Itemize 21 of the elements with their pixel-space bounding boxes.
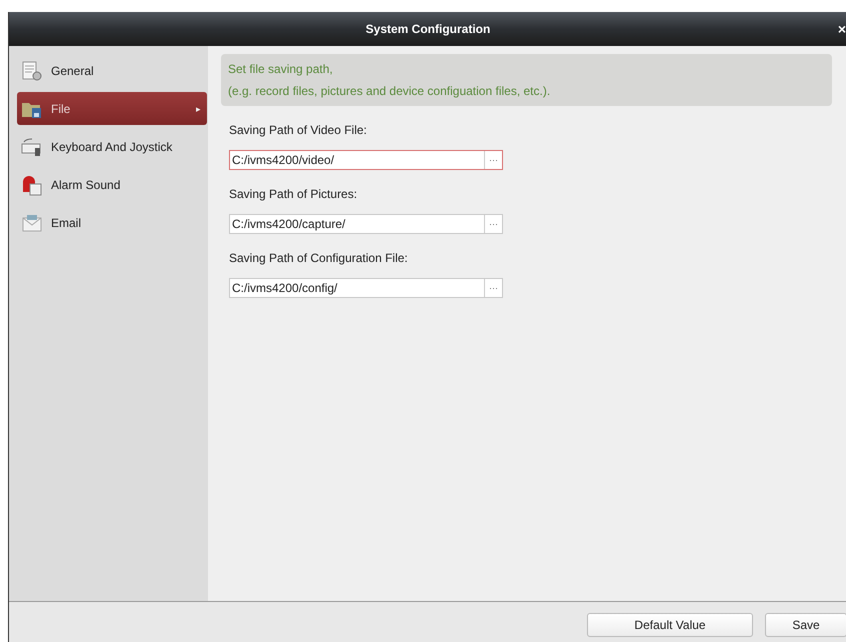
- document-gear-icon: [21, 60, 43, 82]
- info-text: Set file saving path,: [228, 62, 334, 76]
- sidebar-item[interactable]: Alarm Sound: [17, 168, 207, 201]
- field-label: Saving Path of Pictures:: [229, 187, 358, 201]
- path-field[interactable]: C:/ivms4200/config/ ···: [229, 278, 503, 298]
- alarm-light-icon: [21, 174, 43, 196]
- sidebar-item[interactable]: File ▸: [17, 92, 207, 125]
- default-value-button[interactable]: Default Value: [587, 613, 753, 637]
- sidebar-item[interactable]: General: [17, 54, 207, 87]
- save-button[interactable]: Save: [765, 613, 846, 637]
- arrow-icon: ▸: [196, 104, 201, 114]
- field-label: Saving Path of Video File:: [229, 123, 368, 137]
- keyboard-joystick-icon: [21, 136, 43, 158]
- sidebar-item[interactable]: Email: [17, 206, 207, 239]
- path-field[interactable]: C:/ivms4200/video/ ···: [229, 150, 503, 170]
- info-text: (e.g. record files, pictures and device configuation files, etc.).: [228, 84, 552, 98]
- window-title: System Configuration: [366, 22, 490, 36]
- close-button[interactable]: ×: [838, 21, 846, 37]
- field-label: Saving Path of Configuration File:: [229, 251, 409, 265]
- path-field[interactable]: C:/ivms4200/capture/ ···: [229, 214, 503, 234]
- sidebar-item[interactable]: Keyboard And Joystick: [17, 130, 207, 163]
